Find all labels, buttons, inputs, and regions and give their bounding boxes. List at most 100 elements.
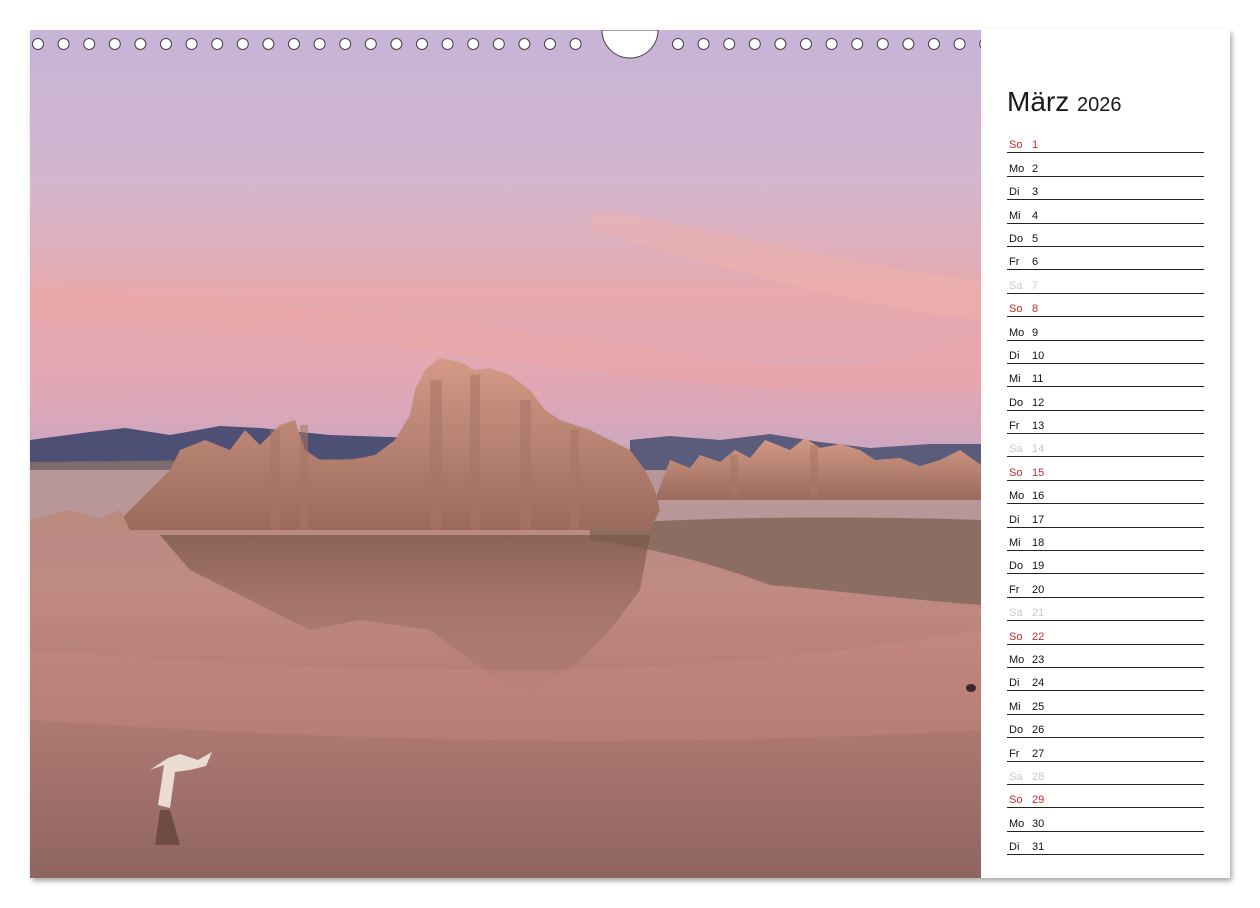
weekday-label: Di xyxy=(1009,186,1020,199)
binding-hole xyxy=(544,38,556,50)
day-row: Di 3 xyxy=(1007,178,1204,201)
day-number: 10 xyxy=(1032,349,1045,362)
weekday-label: So xyxy=(1009,630,1023,643)
day-number: 22 xyxy=(1032,630,1045,643)
day-number: 29 xyxy=(1032,794,1045,807)
day-row: Fr 13 xyxy=(1007,412,1204,435)
calendar-panel: März 2026 So 1 Mo 2 Di 3 Mi 4 Do 5 Fr 6 Sa 7 So 8 Mo 9 Di 1… xyxy=(981,30,1230,878)
day-number: 4 xyxy=(1032,209,1039,222)
weekday-label: Mi xyxy=(1009,209,1021,222)
day-number: 31 xyxy=(1032,841,1045,854)
month-year: 2026 xyxy=(1077,94,1122,116)
weekday-label: Fr xyxy=(1009,583,1020,596)
day-row: So 22 xyxy=(1007,622,1204,645)
weekday-label: Di xyxy=(1009,349,1020,362)
day-row: Sa 21 xyxy=(1007,599,1204,622)
binding-hole xyxy=(825,38,838,50)
binding-hole xyxy=(953,38,966,50)
day-number: 8 xyxy=(1032,303,1039,316)
day-number: 30 xyxy=(1032,817,1045,830)
day-row: Di 17 xyxy=(1007,505,1204,528)
binding-hole xyxy=(748,38,761,50)
binding-hole xyxy=(800,38,812,50)
day-number: 1 xyxy=(1032,139,1039,152)
weekday-label: So xyxy=(1009,794,1023,807)
binding-hole xyxy=(672,38,684,50)
binding-hole xyxy=(262,38,275,50)
day-number: 2 xyxy=(1032,162,1039,175)
weekday-label: Sa xyxy=(1009,770,1023,783)
day-number: 24 xyxy=(1032,677,1045,690)
month-name: März xyxy=(1007,86,1070,117)
binding-hole xyxy=(339,38,352,50)
binding-hole xyxy=(723,38,736,50)
day-number: 11 xyxy=(1032,373,1044,386)
weekday-label: Sa xyxy=(1009,279,1023,292)
day-row: Mo 16 xyxy=(1007,482,1204,505)
day-number: 28 xyxy=(1032,770,1045,783)
binding-hole xyxy=(108,38,121,50)
binding-hole xyxy=(134,38,147,50)
weekday-label: Do xyxy=(1009,724,1024,737)
hanger-cutout xyxy=(601,30,659,59)
weekday-label: Mi xyxy=(1009,700,1021,713)
day-number: 17 xyxy=(1032,513,1045,526)
day-number: 19 xyxy=(1032,560,1045,573)
day-number: 18 xyxy=(1032,537,1045,550)
landscape-photo xyxy=(30,30,981,878)
binding-hole xyxy=(928,38,940,50)
binding-hole xyxy=(467,38,480,50)
day-number: 20 xyxy=(1032,583,1045,596)
binding-hole xyxy=(160,38,172,50)
binding-hole xyxy=(492,38,505,50)
day-row: Fr 6 xyxy=(1007,248,1204,271)
day-row: Di 31 xyxy=(1007,833,1204,856)
day-row: Sa 14 xyxy=(1007,435,1204,458)
day-number: 16 xyxy=(1032,490,1045,503)
day-list: So 1 Mo 2 Di 3 Mi 4 Do 5 Fr 6 Sa 7 So 8 Mo 9 Di 10 Mi 11 Do 12 F… xyxy=(1007,131,1204,856)
day-number: 23 xyxy=(1032,653,1045,666)
day-number: 3 xyxy=(1032,186,1039,199)
day-row: Sa 28 xyxy=(1007,763,1204,785)
weekday-label: Mo xyxy=(1009,653,1025,666)
weekday-label: Mi xyxy=(1009,537,1021,550)
binding-hole xyxy=(774,38,787,50)
weekday-label: So xyxy=(1009,139,1023,152)
day-number: 7 xyxy=(1032,279,1039,292)
weekday-label: Di xyxy=(1009,677,1020,690)
binding-hole xyxy=(416,38,428,50)
binding-hole xyxy=(851,38,864,50)
day-row: Mi 11 xyxy=(1007,365,1204,388)
binding-hole xyxy=(364,38,377,50)
day-number: 15 xyxy=(1032,466,1045,479)
weekday-label: Mi xyxy=(1009,373,1021,386)
weekday-label: So xyxy=(1009,303,1023,316)
binding-hole xyxy=(211,38,224,50)
weekday-label: Do xyxy=(1009,232,1024,245)
binding-hole xyxy=(288,38,300,50)
day-row: Do 19 xyxy=(1007,552,1204,575)
day-row: Do 26 xyxy=(1007,716,1204,739)
day-number: 21 xyxy=(1032,607,1045,620)
day-row: Mo 9 xyxy=(1007,318,1204,341)
weekday-label: Mo xyxy=(1009,490,1025,503)
day-number: 26 xyxy=(1032,724,1045,737)
day-row: So 8 xyxy=(1007,295,1204,318)
day-number: 6 xyxy=(1032,256,1039,269)
day-row: Do 12 xyxy=(1007,388,1204,411)
binding-hole xyxy=(902,38,915,50)
day-row: So 15 xyxy=(1007,458,1204,481)
day-number: 12 xyxy=(1032,396,1045,409)
day-row: Mi 18 xyxy=(1007,529,1204,552)
weekday-label: Sa xyxy=(1009,607,1023,620)
day-row: Sa 7 xyxy=(1007,271,1204,294)
binding-hole xyxy=(569,38,582,50)
day-row: So 1 xyxy=(1007,131,1204,154)
day-row: Do 5 xyxy=(1007,225,1204,247)
day-number: 9 xyxy=(1032,326,1039,339)
binding-hole xyxy=(441,38,454,50)
weekday-label: Mo xyxy=(1009,162,1025,175)
weekday-label: Sa xyxy=(1009,443,1023,456)
day-row: Di 10 xyxy=(1007,342,1204,364)
month-title: März 2026 xyxy=(1007,86,1122,118)
